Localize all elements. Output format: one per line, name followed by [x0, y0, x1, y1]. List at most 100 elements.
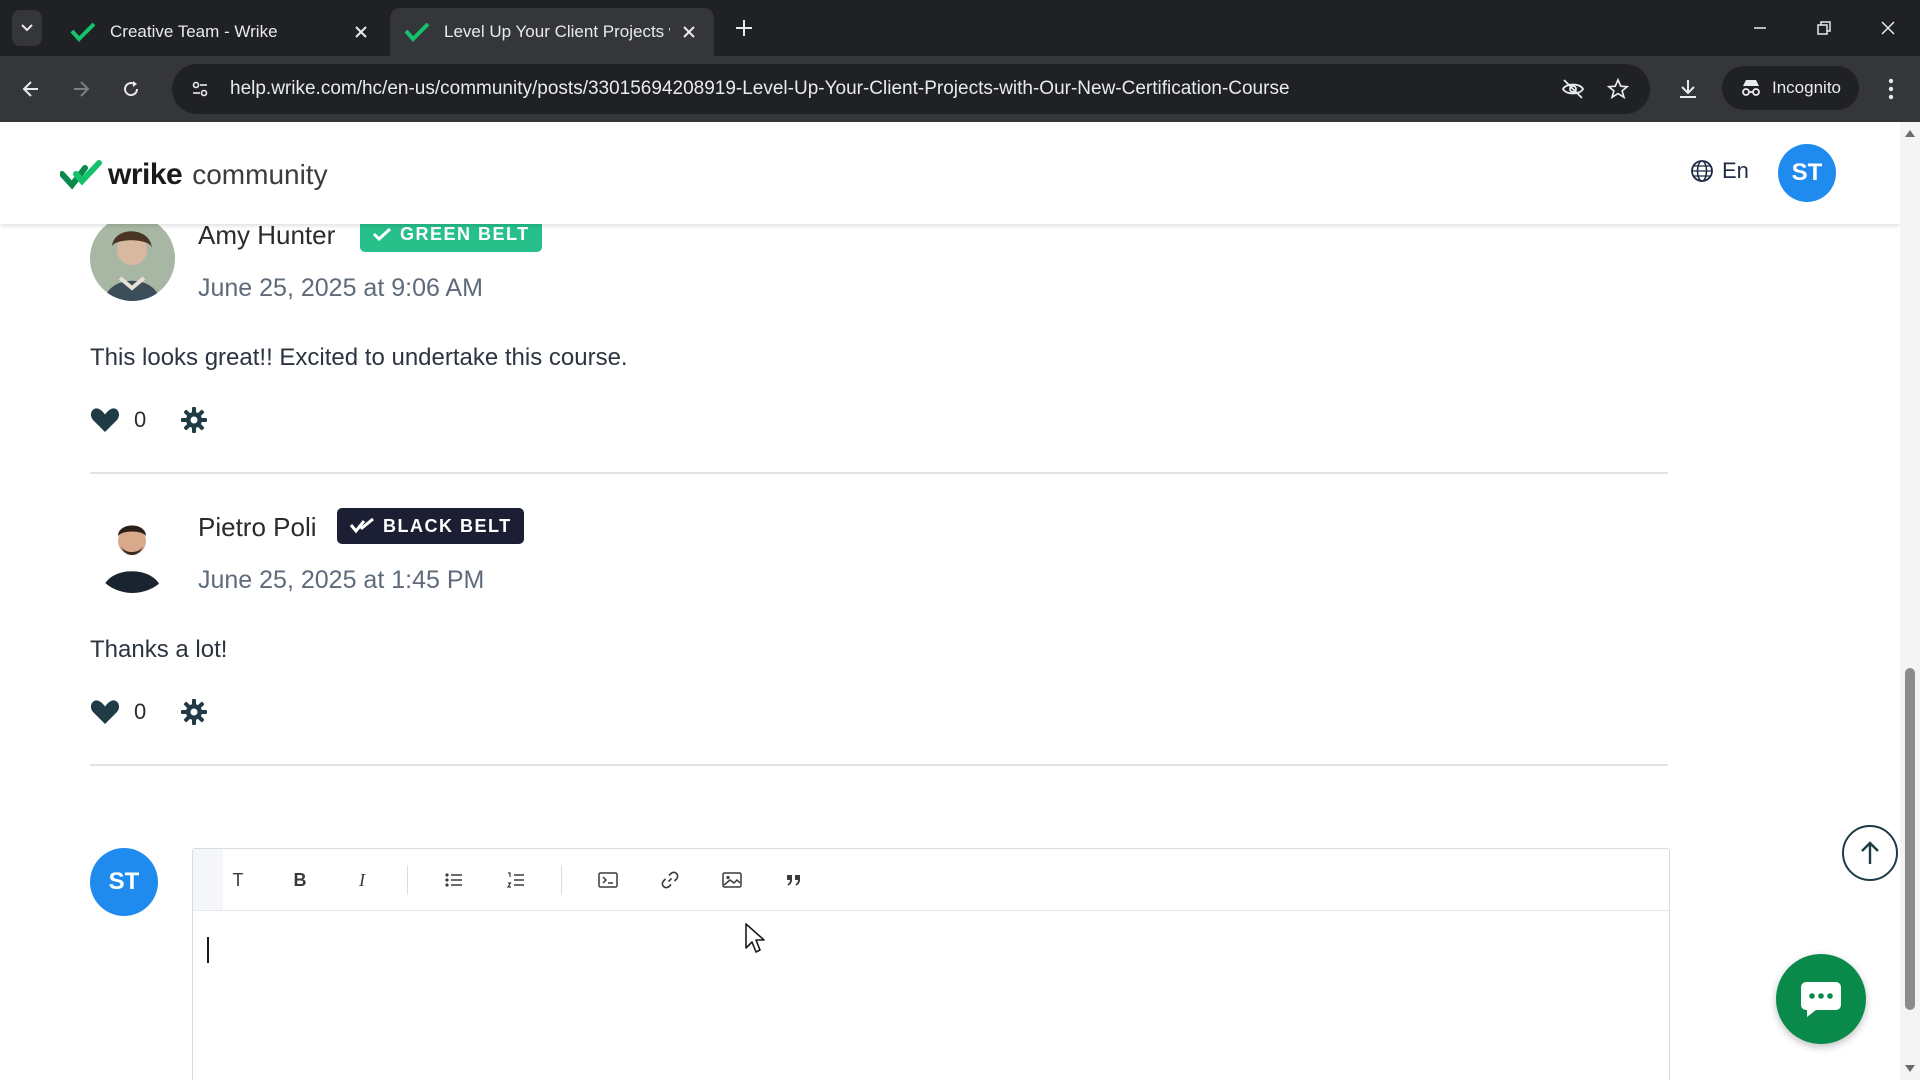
- user-avatar[interactable]: ST: [1778, 144, 1836, 202]
- wrike-favicon-icon: [404, 22, 430, 42]
- star-icon: [1607, 78, 1629, 100]
- restore-button[interactable]: [1804, 10, 1844, 46]
- eye-off-icon: [1561, 79, 1585, 99]
- wrike-check-icon: [60, 160, 102, 190]
- reload-icon: [124, 81, 139, 97]
- code-block-icon: [598, 872, 618, 888]
- language-label: En: [1722, 158, 1749, 183]
- downloads-button[interactable]: [1670, 71, 1706, 107]
- arrow-left-icon: [22, 81, 38, 97]
- chat-button[interactable]: [1776, 954, 1866, 1044]
- check-icon: [372, 227, 392, 241]
- comment-body: Thanks a lot!: [90, 636, 228, 663]
- tab-creative-team[interactable]: Creative Team - Wrike: [56, 8, 386, 56]
- forward-button[interactable]: [64, 72, 98, 106]
- reply-avatar: ST: [90, 848, 158, 916]
- comment-author[interactable]: Pietro Poli: [198, 512, 317, 543]
- browser-toolbar: help.wrike.com/hc/en-us/community/posts/…: [0, 56, 1920, 122]
- bulleted-list-icon: [445, 873, 462, 887]
- incognito-label: Incognito: [1772, 78, 1841, 97]
- bold-label: B: [293, 869, 307, 890]
- reload-button[interactable]: [114, 72, 148, 106]
- mouse-pointer-icon: [745, 923, 765, 953]
- check-icon: [349, 518, 374, 534]
- browser-tab-bar: Creative Team - Wrike Level Up Your Clie…: [0, 0, 1920, 56]
- italic-button[interactable]: I: [345, 863, 379, 897]
- download-icon: [1680, 80, 1696, 98]
- arrow-right-icon: [74, 81, 90, 97]
- logo-suffix: community: [192, 159, 328, 190]
- arrow-up-icon: [1861, 841, 1879, 864]
- comment-divider: [90, 472, 1668, 474]
- image-icon: [722, 872, 742, 888]
- restore-icon: [1817, 21, 1831, 35]
- new-tab-button[interactable]: [730, 14, 758, 42]
- reply-editor[interactable]: T B I: [192, 848, 1670, 1080]
- comment-author[interactable]: Amy Hunter: [198, 220, 335, 251]
- tab-search-button[interactable]: [12, 10, 42, 46]
- close-tab-icon[interactable]: [678, 21, 700, 43]
- toolbar-lead: [193, 849, 223, 910]
- tab-title: Creative Team - Wrike: [110, 22, 278, 41]
- scroll-thumb[interactable]: [1905, 668, 1915, 1010]
- incognito-indicator[interactable]: Incognito: [1722, 66, 1859, 110]
- quote-icon: [787, 875, 800, 886]
- close-window-button[interactable]: [1868, 10, 1908, 46]
- avatar[interactable]: [90, 508, 175, 593]
- bookmark-button[interactable]: [1600, 71, 1636, 107]
- heart-icon[interactable]: [90, 699, 120, 725]
- toolbar-separator: [407, 865, 408, 895]
- scroll-up-arrow-icon[interactable]: [1905, 130, 1915, 137]
- italic-label: I: [359, 869, 365, 890]
- gear-icon[interactable]: [180, 406, 208, 434]
- black-belt-badge: BLACK BELT: [337, 508, 524, 544]
- avatar[interactable]: [90, 216, 175, 301]
- plus-icon: [736, 20, 752, 36]
- close-icon: [1881, 21, 1895, 35]
- badge-label: GREEN BELT: [400, 223, 530, 244]
- back-button[interactable]: [14, 72, 48, 106]
- bulleted-list-button[interactable]: [437, 863, 471, 897]
- minimize-icon: [1754, 27, 1766, 29]
- back-to-top-button[interactable]: [1842, 825, 1898, 881]
- bold-button[interactable]: B: [283, 863, 317, 897]
- globe-icon: [1691, 160, 1713, 182]
- tab-title: Level Up Your Client Projects wi: [444, 22, 670, 41]
- numbered-list-icon: [507, 872, 524, 888]
- url-text: help.wrike.com/hc/en-us/community/posts/…: [230, 78, 1290, 99]
- numbered-list-button[interactable]: [499, 863, 533, 897]
- toolbar-separator: [561, 865, 562, 895]
- comment-actions: 0: [90, 698, 208, 726]
- tracking-protection-button[interactable]: [1555, 71, 1591, 107]
- comment-date: June 25, 2025 at 1:45 PM: [198, 566, 485, 594]
- quote-button[interactable]: [777, 863, 811, 897]
- wrike-community-logo[interactable]: wrike community: [60, 155, 328, 195]
- heart-icon[interactable]: [90, 407, 120, 433]
- address-bar[interactable]: help.wrike.com/hc/en-us/community/posts/…: [172, 64, 1650, 114]
- more-vertical-icon: [1888, 78, 1894, 100]
- text-style-label: T: [232, 869, 244, 890]
- image-button[interactable]: [715, 863, 749, 897]
- chat-bubble-icon: [1801, 982, 1841, 1017]
- wrike-favicon-icon: [70, 22, 96, 42]
- site-settings-icon[interactable]: [186, 75, 214, 103]
- vote-count: 0: [134, 407, 147, 432]
- chevron-down-icon: [21, 24, 33, 32]
- code-block-button[interactable]: [591, 863, 625, 897]
- comment-date: June 25, 2025 at 9:06 AM: [198, 274, 483, 302]
- comment-body: This looks great!! Excited to undertake …: [90, 344, 628, 371]
- browser-menu-button[interactable]: [1874, 72, 1908, 106]
- vote-count: 0: [134, 699, 147, 724]
- link-icon: [661, 871, 679, 889]
- text-style-button[interactable]: T: [221, 863, 255, 897]
- comment-actions: 0: [90, 406, 208, 434]
- page-scrollbar[interactable]: [1900, 122, 1920, 1080]
- close-tab-icon[interactable]: [350, 21, 372, 43]
- editor-toolbar: T B I: [193, 849, 1669, 911]
- minimize-button[interactable]: [1740, 10, 1780, 46]
- scroll-down-arrow-icon[interactable]: [1905, 1065, 1915, 1072]
- link-button[interactable]: [653, 863, 687, 897]
- tab-level-up[interactable]: Level Up Your Client Projects wi: [390, 8, 714, 56]
- language-selector[interactable]: En: [1690, 158, 1749, 184]
- gear-icon[interactable]: [180, 698, 208, 726]
